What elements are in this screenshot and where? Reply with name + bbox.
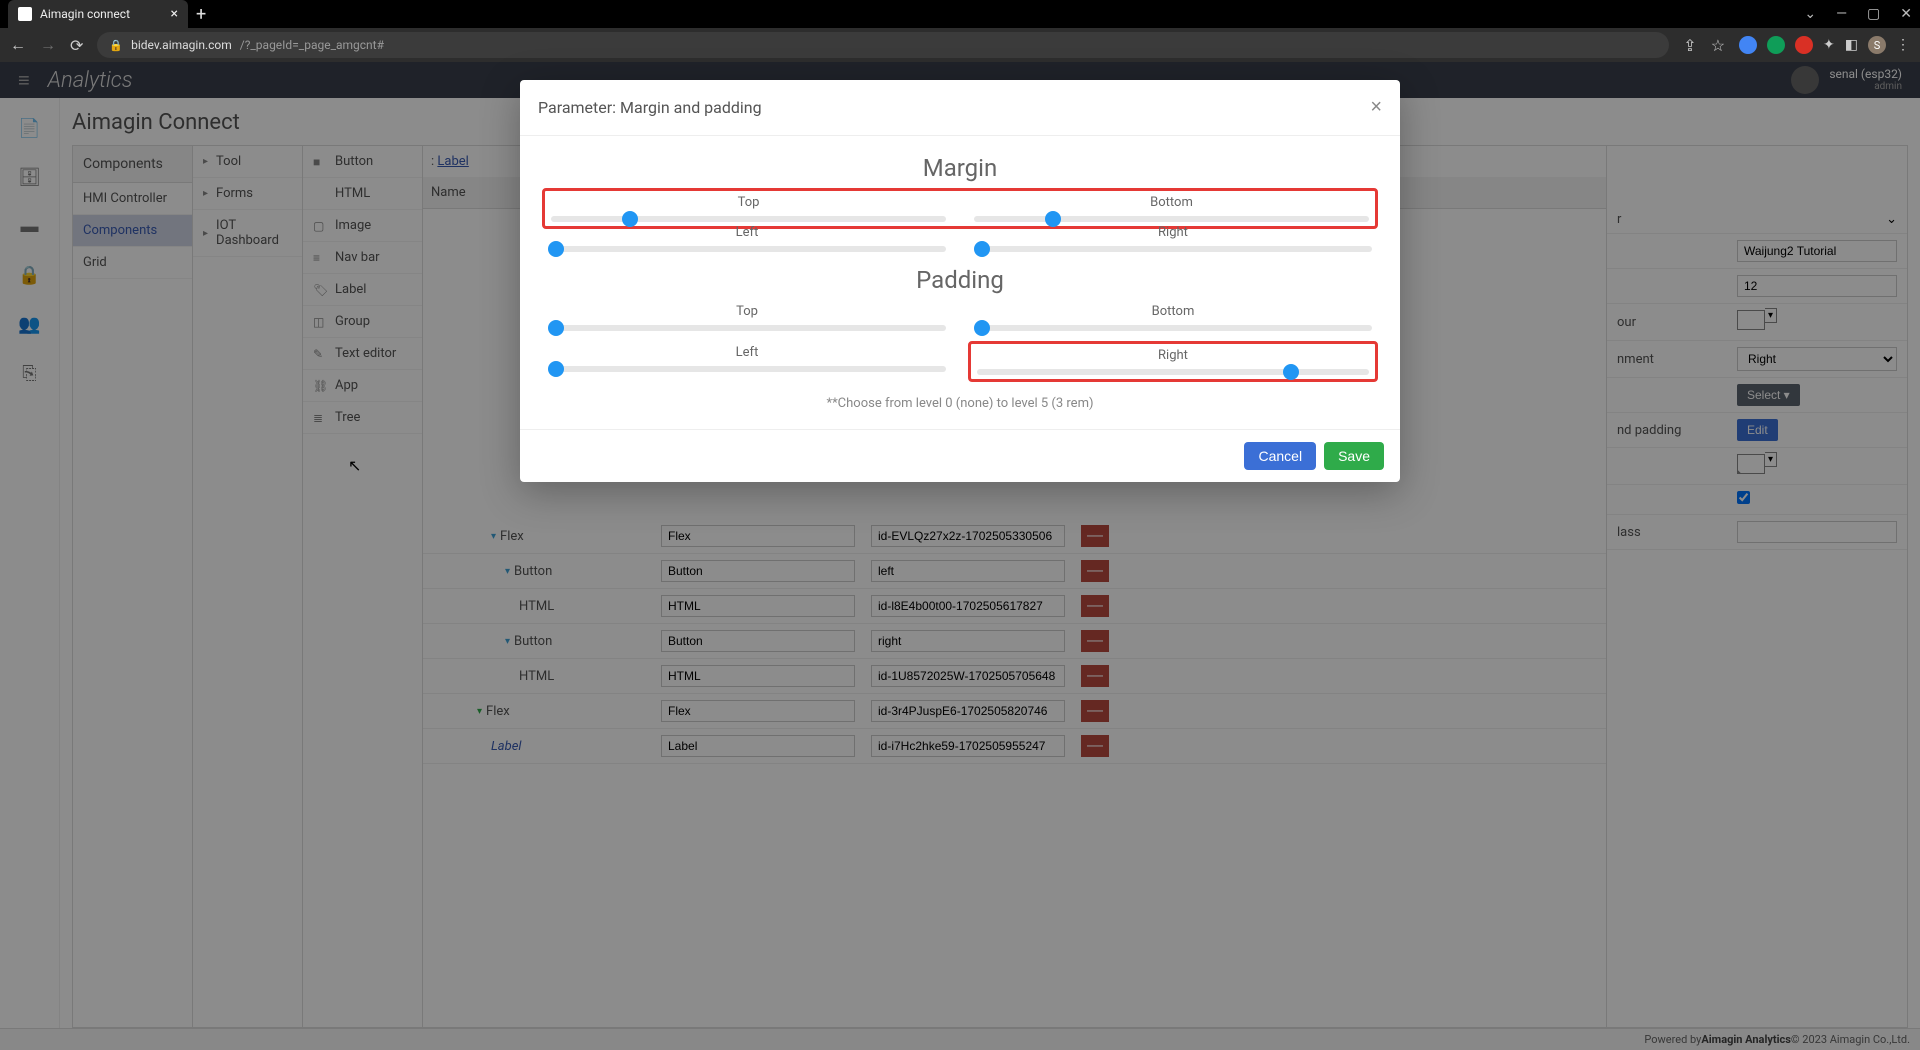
reload-icon[interactable]: ⟳ (70, 36, 83, 55)
tab-close-icon[interactable]: × (171, 6, 178, 22)
ext-grammarly-icon[interactable] (1767, 36, 1785, 54)
margin-padding-modal: Parameter: Margin and padding × Margin T… (520, 80, 1400, 482)
label-margin-top: Top (551, 195, 946, 210)
slider-margin-bottom[interactable] (974, 216, 1369, 222)
tab-title: Aimagin connect (40, 7, 130, 21)
sidepanel-icon[interactable]: ◧ (1845, 37, 1858, 53)
highlight-padding-right: Right (968, 341, 1378, 382)
label-padding-top: Top (548, 304, 946, 319)
modal-close-button[interactable]: × (1370, 96, 1382, 119)
slider-padding-bottom[interactable] (974, 325, 1372, 331)
share-icon[interactable]: ⇪ (1683, 36, 1696, 55)
favicon-icon (18, 7, 32, 21)
help-text: **Choose from level 0 (none) to level 5 … (548, 396, 1372, 411)
modal-header: Parameter: Margin and padding × (520, 80, 1400, 136)
label-margin-left: Left (548, 225, 946, 240)
modal-footer: Cancel Save (520, 429, 1400, 482)
new-tab-button[interactable]: + (196, 4, 206, 25)
url-host: bidev.aimagin.com (131, 38, 232, 52)
browser-toolbar: ← → ⟳ 🔒 bidev.aimagin.com /?_pageId=_page… (0, 28, 1920, 62)
extensions-icon[interactable]: ✦ (1823, 37, 1835, 53)
slider-padding-left[interactable] (548, 366, 946, 372)
label-padding-left: Left (548, 345, 946, 360)
back-icon[interactable]: ← (10, 35, 26, 55)
browser-tab[interactable]: Aimagin connect × (8, 0, 188, 28)
cancel-button[interactable]: Cancel (1244, 442, 1316, 470)
modal-body: Margin Top Bottom Left (520, 136, 1400, 429)
maximize-icon[interactable]: ▢ (1867, 6, 1880, 22)
profile-avatar-icon[interactable]: S (1868, 36, 1886, 54)
cursor-icon: ↖ (348, 456, 361, 475)
slider-padding-top[interactable] (548, 325, 946, 331)
window-controls: ⌄ — ▢ ✕ (1804, 6, 1912, 22)
ext-translate-icon[interactable] (1739, 36, 1757, 54)
extension-icons: ✦ ◧ S ⋮ (1739, 36, 1910, 54)
label-padding-right: Right (977, 348, 1369, 363)
lock-icon: 🔒 (109, 39, 123, 52)
forward-icon[interactable]: → (40, 35, 56, 55)
slider-margin-top[interactable] (551, 216, 946, 222)
kebab-menu-icon[interactable]: ⋮ (1896, 37, 1910, 53)
margin-heading: Margin (548, 154, 1372, 182)
close-window-icon[interactable]: ✕ (1900, 6, 1912, 22)
slider-padding-right[interactable] (977, 369, 1369, 375)
browser-tabstrip: Aimagin connect × + ⌄ — ▢ ✕ (0, 0, 1920, 28)
modal-title: Parameter: Margin and padding (538, 98, 762, 117)
star-icon[interactable]: ☆ (1711, 36, 1725, 55)
padding-heading: Padding (548, 266, 1372, 294)
highlight-margin-top-bottom: Top Bottom (542, 188, 1378, 229)
chevron-down-icon[interactable]: ⌄ (1804, 6, 1816, 22)
minimize-icon[interactable]: — (1836, 6, 1847, 22)
modal-overlay[interactable]: Parameter: Margin and padding × Margin T… (0, 62, 1920, 1050)
slider-margin-left[interactable] (548, 246, 946, 252)
save-button[interactable]: Save (1324, 442, 1384, 470)
label-margin-right: Right (974, 225, 1372, 240)
label-margin-bottom: Bottom (974, 195, 1369, 210)
label-padding-bottom: Bottom (974, 304, 1372, 319)
url-path: /?_pageId=_page_amgcnt# (240, 38, 384, 52)
ext-abp-icon[interactable] (1795, 36, 1813, 54)
slider-margin-right[interactable] (974, 246, 1372, 252)
url-bar[interactable]: 🔒 bidev.aimagin.com /?_pageId=_page_amgcn… (97, 32, 1669, 58)
